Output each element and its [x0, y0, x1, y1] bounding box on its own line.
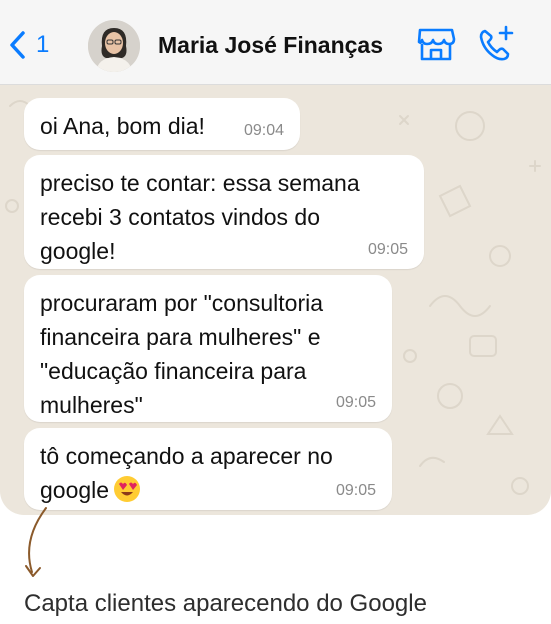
- message-text: procuraram por "consultoria financeira p…: [40, 290, 324, 418]
- message-bubble[interactable]: oi Ana, bom dia! 09:04: [24, 98, 300, 150]
- message-time: 09:05: [335, 482, 376, 499]
- message-text: tô começando a aparecer no google: [40, 443, 333, 503]
- phone-add-icon[interactable]: [476, 24, 516, 64]
- curved-arrow-icon: [25, 507, 47, 577]
- store-icon[interactable]: [416, 26, 456, 62]
- message-bubble[interactable]: tô começando a aparecer no google 09:05: [24, 428, 392, 510]
- message-bubble[interactable]: preciso te contar: essa semana recebi 3 …: [24, 155, 424, 269]
- message-text: preciso te contar: essa semana recebi 3 …: [40, 170, 360, 264]
- message-time: 09:05: [335, 394, 376, 411]
- chevron-left-icon: [10, 31, 25, 59]
- message-bubble[interactable]: procuraram por "consultoria financeira p…: [24, 275, 392, 422]
- message-list[interactable]: oi Ana, bom dia! 09:04 preciso te contar…: [0, 86, 551, 515]
- message-time: 09:05: [367, 241, 408, 258]
- contact-name[interactable]: Maria José Finanças: [158, 32, 383, 59]
- message-time: 09:04: [243, 122, 284, 139]
- chat-screenshot: 1 Maria José Finanças oi Ana, bom dia! 0…: [0, 0, 551, 515]
- back-button[interactable]: 1: [8, 28, 49, 62]
- heart-eyes-emoji-icon: [113, 475, 141, 512]
- caption: Capta clientes aparecendo do Google: [24, 590, 427, 617]
- unread-count: 1: [36, 31, 50, 58]
- avatar[interactable]: [88, 20, 140, 72]
- chat-header: 1 Maria José Finanças: [0, 0, 551, 85]
